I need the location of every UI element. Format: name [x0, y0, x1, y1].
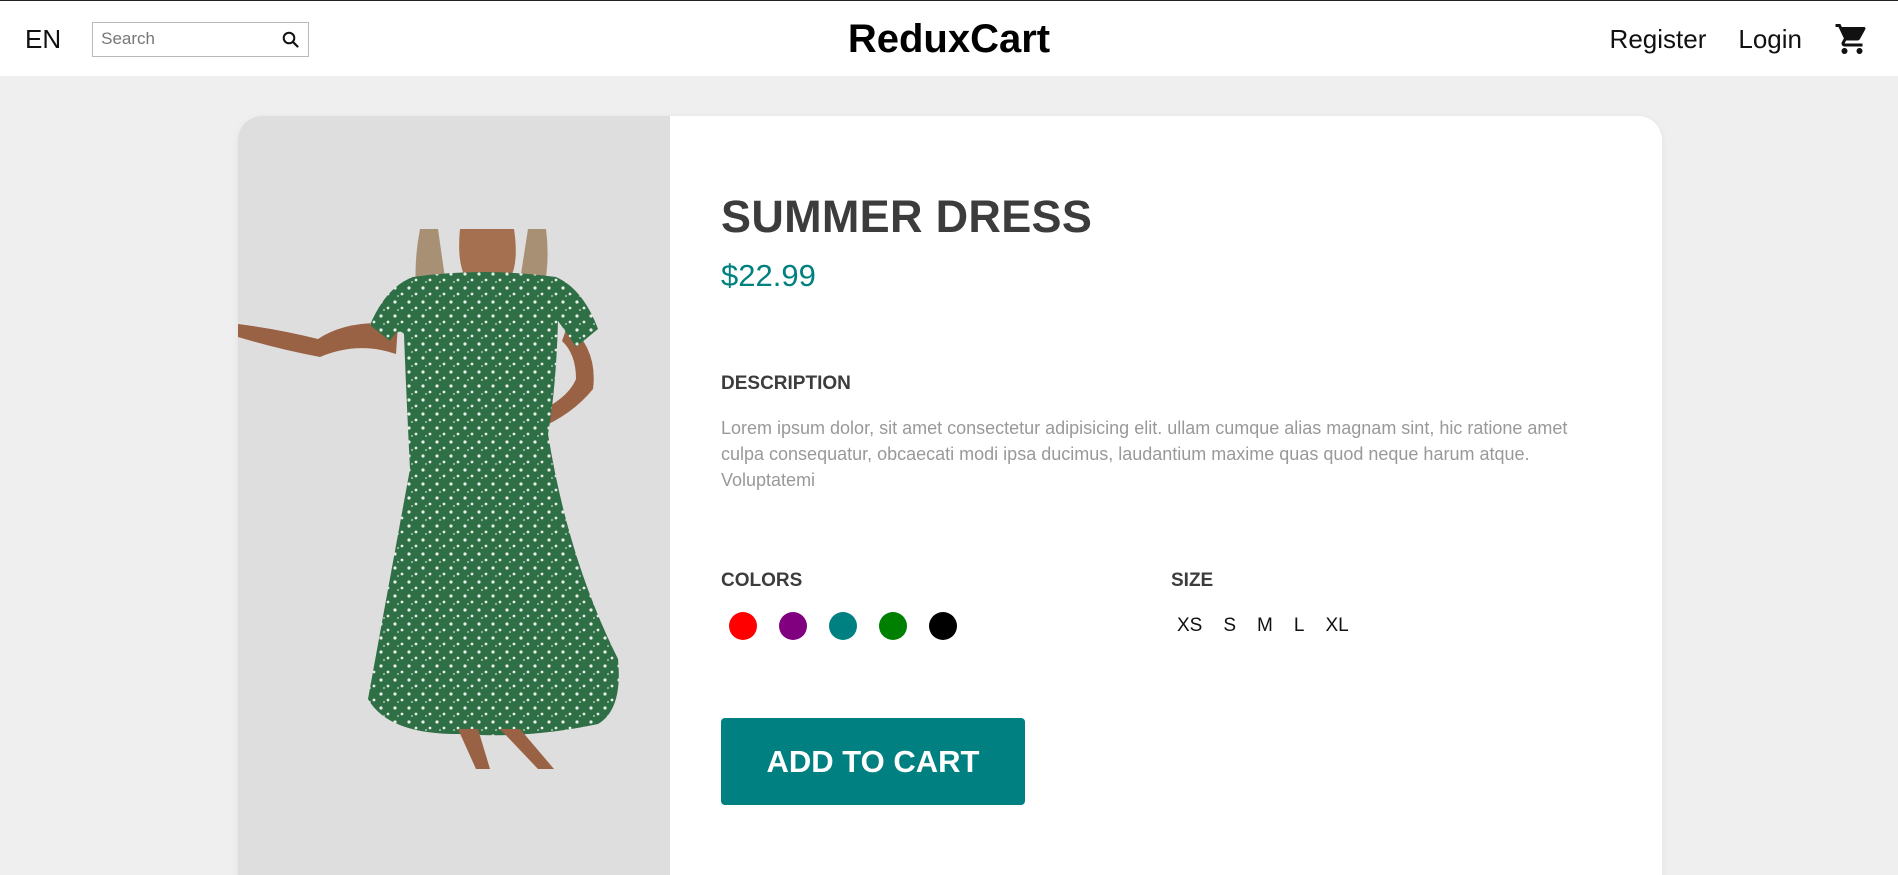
register-link[interactable]: Register	[1610, 17, 1707, 61]
size-option-m[interactable]: M	[1257, 612, 1273, 640]
product-image	[238, 229, 670, 769]
size-option-xl[interactable]: XL	[1325, 612, 1348, 640]
nav-right: Register Login	[1578, 17, 1872, 61]
color-swatch-purple[interactable]	[779, 612, 807, 640]
color-swatch-green[interactable]	[879, 612, 907, 640]
logo-text[interactable]: ReduxCart	[848, 15, 1050, 63]
color-swatch-red[interactable]	[729, 612, 757, 640]
colors-heading: COLORS	[721, 570, 803, 591]
navbar: EN ReduxCart Register Login	[0, 0, 1898, 76]
login-link[interactable]: Login	[1738, 17, 1802, 61]
product-card: SUMMER DRESS $22.99 DESCRIPTION Lorem ip…	[238, 116, 1662, 875]
shopping-cart-icon[interactable]	[1832, 19, 1872, 59]
description-heading: DESCRIPTION	[721, 373, 851, 394]
size-option-xs[interactable]: XS	[1177, 612, 1202, 640]
color-swatches	[729, 612, 979, 640]
product-price: $22.99	[721, 258, 816, 293]
size-option-l[interactable]: L	[1294, 612, 1305, 640]
size-options: XS S M L XL	[1177, 612, 1370, 640]
size-heading: SIZE	[1171, 570, 1214, 591]
product-image-panel	[238, 116, 670, 875]
color-swatch-teal[interactable]	[829, 612, 857, 640]
product-title: SUMMER DRESS	[721, 191, 1093, 242]
color-swatch-black[interactable]	[929, 612, 957, 640]
add-to-cart-button[interactable]: ADD TO CART	[721, 718, 1025, 805]
size-option-s[interactable]: S	[1223, 612, 1236, 640]
product-description: Lorem ipsum dolor, sit amet consectetur …	[721, 418, 1568, 490]
